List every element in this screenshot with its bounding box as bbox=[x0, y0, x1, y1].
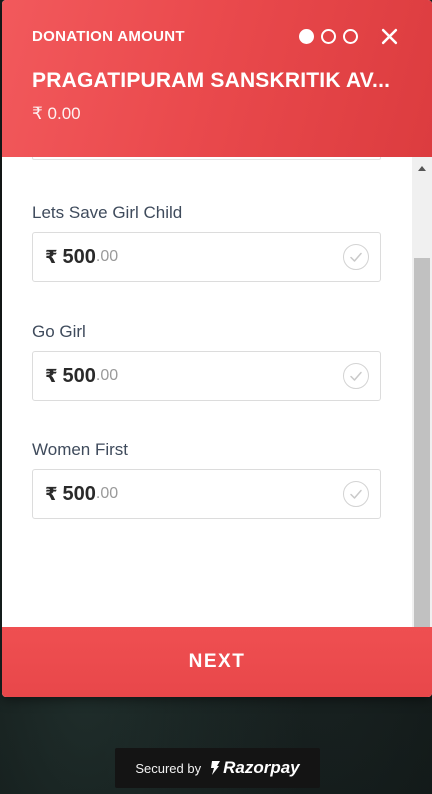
amount-decimal: .00 bbox=[95, 367, 119, 384]
header-label: DONATION AMOUNT bbox=[32, 28, 185, 45]
amount-input[interactable]: ₹ 500 .00 bbox=[32, 351, 381, 401]
checkmark-icon bbox=[343, 363, 369, 389]
rupee-symbol: ₹ bbox=[45, 246, 58, 267]
secured-label: Secured by bbox=[135, 760, 202, 776]
razorpay-logo-icon bbox=[211, 761, 221, 775]
scroll-thumb[interactable] bbox=[414, 258, 430, 627]
merchant-name: PRAGATIPURAM SANSKRITIK AV... bbox=[32, 69, 391, 92]
scrollbar[interactable] bbox=[412, 157, 432, 627]
field-label: Go Girl bbox=[32, 322, 86, 341]
amount-integer: 500 bbox=[62, 482, 96, 505]
step-dot-3 bbox=[343, 29, 358, 44]
amount-decimal: .00 bbox=[95, 485, 119, 502]
brand-name: Razorpay bbox=[223, 758, 300, 777]
razorpay-logo: Razorpay bbox=[207, 758, 300, 778]
field-label: Lets Save Girl Child bbox=[32, 203, 183, 222]
scroll-up-arrow-icon bbox=[418, 165, 426, 171]
previous-amount-input[interactable] bbox=[32, 157, 381, 160]
step-dot-2 bbox=[321, 29, 336, 44]
donation-field-women-first: Women First ₹ 500 .00 bbox=[32, 440, 381, 519]
modal-header: DONATION AMOUNT PRAGATIPURAM SANSKRITIK … bbox=[2, 0, 432, 157]
rupee-symbol: ₹ bbox=[45, 483, 58, 504]
field-label: Women First bbox=[32, 440, 129, 459]
total-amount: ₹ 0.00 bbox=[32, 104, 81, 123]
amount-integer: 500 bbox=[62, 364, 96, 387]
donation-field-go-girl: Go Girl ₹ 500 .00 bbox=[32, 322, 381, 401]
step-indicator bbox=[299, 29, 358, 44]
checkout-modal: DONATION AMOUNT PRAGATIPURAM SANSKRITIK … bbox=[2, 0, 432, 697]
close-button[interactable] bbox=[377, 24, 401, 48]
close-icon bbox=[381, 28, 397, 44]
scroll-up-button[interactable] bbox=[412, 157, 432, 179]
checkmark-icon bbox=[343, 481, 369, 507]
rupee-symbol: ₹ bbox=[45, 365, 58, 386]
amount-decimal: .00 bbox=[95, 248, 119, 265]
checkmark-icon bbox=[343, 244, 369, 270]
donation-form: Lets Save Girl Child ₹ 500 .00 Go Girl ₹… bbox=[2, 157, 412, 627]
amount-integer: 500 bbox=[62, 245, 96, 268]
step-dot-1 bbox=[299, 29, 314, 44]
secured-by-badge: Secured by Razorpay bbox=[115, 748, 320, 788]
next-button[interactable]: NEXT bbox=[2, 627, 432, 697]
amount-input[interactable]: ₹ 500 .00 bbox=[32, 469, 381, 519]
amount-input[interactable]: ₹ 500 .00 bbox=[32, 232, 381, 282]
donation-field-lets-save-girl-child: Lets Save Girl Child ₹ 500 .00 bbox=[32, 203, 381, 282]
